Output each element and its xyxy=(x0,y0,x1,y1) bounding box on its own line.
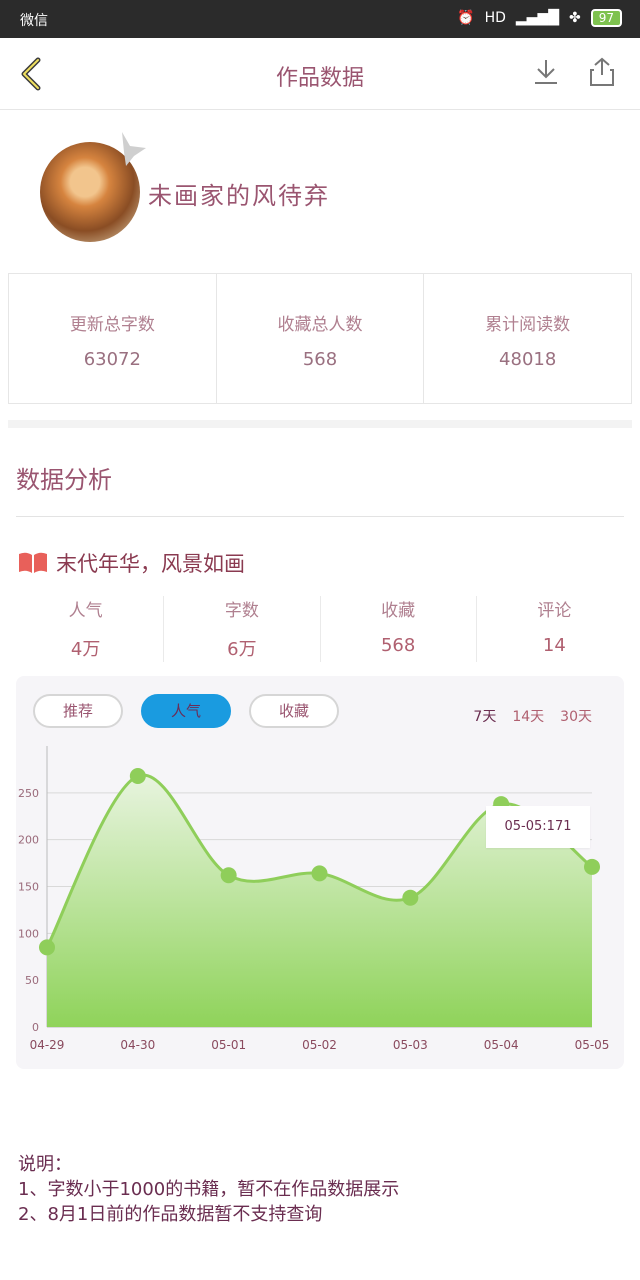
chart-tabs: 推荐 人气 收藏 xyxy=(33,694,339,728)
data-point xyxy=(129,767,146,784)
tab-favorites[interactable]: 收藏 xyxy=(249,694,339,728)
chart-tooltip: 05-05:171 xyxy=(486,806,590,848)
stat-total-reads: 累计阅读数 48018 xyxy=(424,274,631,403)
author-name: 未画家的风待弃 xyxy=(148,182,330,210)
y-tick-label: 50 xyxy=(25,974,39,987)
metric-value: 568 xyxy=(380,635,416,656)
range-7-days[interactable]: 7天 xyxy=(473,706,496,726)
range-30-days[interactable]: 30天 xyxy=(560,706,592,726)
work-metrics: 人气 4万 字数 6万 收藏 568 评论 14 xyxy=(8,596,632,662)
battery-icon: 97 xyxy=(590,9,622,27)
x-tick-label: 05-03 xyxy=(393,1038,428,1052)
book-icon xyxy=(19,552,47,573)
summary-stats: 更新总字数 63072 收藏总人数 568 累计阅读数 48018 xyxy=(8,273,632,404)
data-point xyxy=(311,865,328,882)
divider xyxy=(16,516,624,517)
metric-favorites: 收藏 568 xyxy=(321,596,477,662)
y-tick-label: 100 xyxy=(18,927,39,940)
stat-label: 收藏总人数 xyxy=(277,315,363,335)
data-point xyxy=(584,858,600,875)
alarm-icon: ⏰ xyxy=(457,10,475,26)
metric-popularity: 人气 4万 xyxy=(8,596,165,662)
metric-value: 14 xyxy=(542,635,566,656)
status-bar: 微信 ⏰ HD ▂▄▆█ ✤ 97 xyxy=(0,0,640,38)
stat-total-favorites: 收藏总人数 568 xyxy=(217,274,425,403)
stat-label: 更新总字数 xyxy=(69,315,155,335)
stat-value: 63072 xyxy=(83,349,141,370)
metric-label: 评论 xyxy=(537,601,572,621)
data-point xyxy=(402,889,419,906)
x-tick-label: 05-01 xyxy=(211,1038,246,1052)
range-selector: 7天 14天 30天 xyxy=(473,706,592,726)
clover-icon: ✤ xyxy=(568,10,581,26)
stat-label: 累计阅读数 xyxy=(485,315,571,335)
metric-comments: 评论 14 xyxy=(477,596,632,662)
chart-card: 推荐 人气 收藏 7天 14天 30天 0 50 100 150 200 250 04-29… xyxy=(16,676,624,1069)
work-title: 末代年华，风景如画 xyxy=(56,552,245,576)
metric-label: 人气 xyxy=(68,601,103,621)
analysis-title: 数据分析 xyxy=(16,466,112,494)
metric-words: 字数 6万 xyxy=(164,596,321,662)
y-tick-label: 250 xyxy=(18,787,39,800)
stat-total-words: 更新总字数 63072 xyxy=(9,274,217,403)
x-tick-label: 05-04 xyxy=(484,1038,519,1052)
status-icons: ⏰ HD ▂▄▆█ ✤ 97 xyxy=(457,9,622,27)
signal-hd-label: HD xyxy=(484,10,506,26)
x-tick-label: 05-02 xyxy=(302,1038,337,1052)
notes-line-1: 1、字数小于1000的书籍，暂不在作品数据展示 xyxy=(18,1179,400,1200)
x-tick-label: 04-29 xyxy=(30,1038,65,1052)
range-14-days[interactable]: 14天 xyxy=(512,706,544,726)
notes: 说明： 1、字数小于1000的书籍，暂不在作品数据展示 2、8月1日前的作品数据… xyxy=(18,1152,399,1227)
popularity-chart: 0 50 100 150 200 250 04-29 04-30 05-01 05-02 05-03… xyxy=(18,746,610,1052)
y-tick-label: 200 xyxy=(18,834,39,847)
status-left-text: 微信 xyxy=(20,13,48,29)
tab-popularity[interactable]: 人气 xyxy=(141,694,231,728)
stat-value: 48018 xyxy=(499,349,557,370)
y-tick-label: 150 xyxy=(18,881,39,894)
metric-label: 字数 xyxy=(224,601,259,621)
section-separator xyxy=(8,420,632,428)
tab-recommend[interactable]: 推荐 xyxy=(33,694,123,728)
signal-icon: ▂▄▆█ xyxy=(515,10,559,26)
x-tick-label: 05-05 xyxy=(575,1038,610,1052)
profile-header: 未画家的风待弃 xyxy=(36,130,616,245)
notes-title: 说明： xyxy=(18,1154,72,1175)
data-point xyxy=(39,939,55,956)
metric-label: 收藏 xyxy=(381,601,416,621)
header-bar: 作品数据 xyxy=(0,38,640,110)
y-tick-label: 0 xyxy=(32,1021,39,1034)
work-header: 末代年华，风景如画 xyxy=(18,548,245,578)
badge-icon xyxy=(122,132,146,166)
share-icon[interactable] xyxy=(586,56,618,88)
metric-value: 4万 xyxy=(70,639,101,660)
stat-value: 568 xyxy=(302,349,338,370)
x-tick-label: 04-30 xyxy=(120,1038,155,1052)
notes-line-2: 2、8月1日前的作品数据暂不支持查询 xyxy=(18,1204,323,1225)
download-icon[interactable] xyxy=(530,56,562,88)
metric-value: 6万 xyxy=(227,639,257,660)
data-point xyxy=(220,867,237,884)
